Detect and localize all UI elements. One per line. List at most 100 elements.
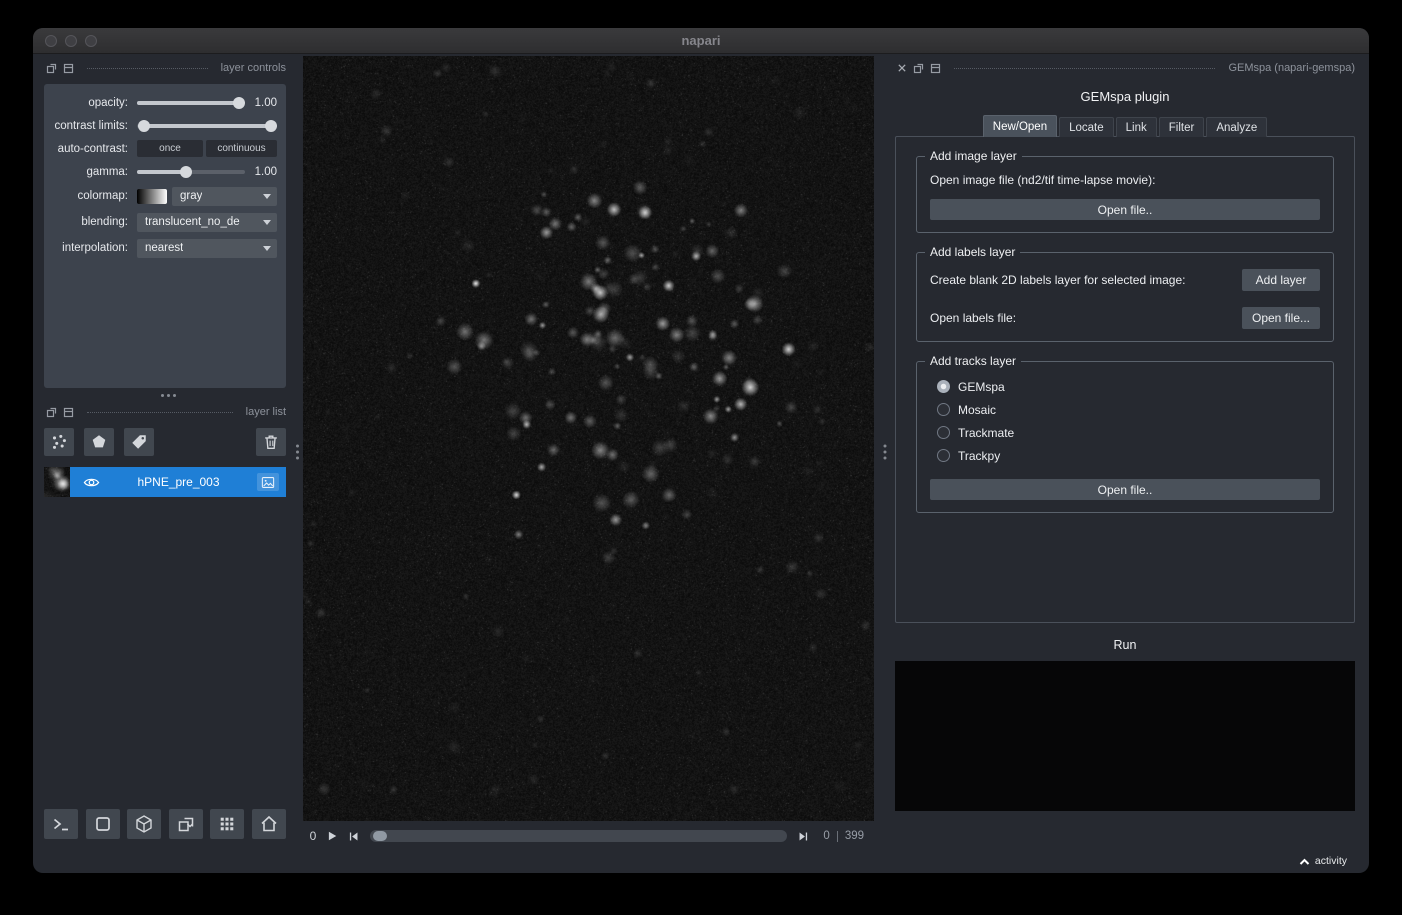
zoom-window-button[interactable]	[85, 35, 97, 47]
contrast-low-handle[interactable]	[138, 119, 151, 132]
close-window-button[interactable]	[45, 35, 57, 47]
frame-counter-divider	[836, 830, 838, 842]
grid-mode-button[interactable]	[210, 809, 245, 839]
new-labels-layer-button[interactable]	[124, 428, 154, 456]
contrast-limits-slider[interactable]	[137, 119, 277, 133]
minimize-window-button[interactable]	[65, 35, 77, 47]
new-shapes-layer-button[interactable]	[84, 428, 114, 456]
radio-checked-icon[interactable]	[937, 380, 950, 393]
colormap-dropdown[interactable]: gray	[172, 186, 277, 206]
selected-layer[interactable]: hPNE_pre_003	[70, 467, 286, 497]
plugin-tabs: New/Open Locate Link Filter Analyze	[895, 115, 1355, 137]
opacity-label: opacity:	[88, 96, 128, 109]
transpose-dimensions-button[interactable]	[168, 809, 203, 839]
auto-contrast-label: auto-contrast:	[57, 142, 128, 155]
viewer-canvas[interactable]	[303, 56, 874, 821]
track-option-label: Trackpy	[958, 448, 1001, 463]
titlebar: napari	[33, 28, 1369, 54]
colormap-row: colormap: gray	[49, 183, 277, 209]
status-bar: activity	[33, 849, 1369, 873]
delete-layer-button[interactable]	[256, 428, 286, 456]
gemspa-dock: GEMspa (napari-gemspa) GEMspa plugin New…	[895, 54, 1369, 849]
track-option-mosaic[interactable]: Mosaic	[937, 398, 1320, 421]
frame-slider-handle[interactable]	[373, 831, 387, 841]
tab-locate[interactable]: Locate	[1059, 117, 1114, 137]
float-panel-icon[interactable]	[46, 407, 57, 418]
auto-contrast-continuous-button[interactable]: continuous	[206, 140, 277, 157]
layer-list-buttons	[44, 428, 286, 456]
radio-icon[interactable]	[937, 449, 950, 462]
home-icon	[259, 814, 279, 834]
tab-new-open[interactable]: New/Open	[982, 115, 1058, 137]
add-tracks-layer-legend: Add tracks layer	[925, 354, 1022, 368]
tab-filter[interactable]: Filter	[1158, 117, 1205, 137]
console-button[interactable]	[44, 809, 78, 839]
open-tracks-file-button[interactable]: Open file..	[930, 479, 1320, 500]
layer-list-title: layer list	[245, 406, 286, 418]
open-image-file-button[interactable]: Open file..	[930, 199, 1320, 220]
napari-window: napari layer controls opacity: 1.00 cont…	[33, 28, 1369, 873]
transpose-icon	[176, 814, 196, 834]
hide-panel-icon[interactable]	[930, 63, 941, 74]
current-frame-value[interactable]: 0	[308, 829, 318, 843]
gamma-value: 1.00	[254, 165, 277, 178]
last-frame-icon[interactable]	[795, 828, 812, 845]
hide-panel-icon[interactable]	[63, 63, 74, 74]
frame-counter-max: 399	[844, 830, 864, 842]
float-panel-icon[interactable]	[46, 63, 57, 74]
opacity-slider-handle[interactable]	[233, 96, 245, 109]
dock-header-separator	[87, 411, 233, 413]
new-points-layer-button[interactable]	[44, 428, 74, 456]
interpolation-dropdown[interactable]: nearest	[137, 238, 277, 258]
radio-icon[interactable]	[937, 403, 950, 416]
layer-list-dock-header: layer list	[46, 405, 286, 419]
add-image-layer-group: Add image layer Open image file (nd2/tif…	[916, 149, 1334, 233]
blending-row: blending: translucent_no_de	[49, 209, 277, 235]
colormap-value: gray	[180, 190, 203, 202]
image-layer-type-icon	[257, 473, 279, 491]
square-2d-icon	[93, 814, 113, 834]
tab-analyze[interactable]: Analyze	[1206, 117, 1268, 137]
home-reset-view-button[interactable]	[251, 809, 286, 839]
layer-row[interactable]: hPNE_pre_003	[44, 467, 286, 497]
layer-thumbnail	[44, 467, 70, 497]
ndisplay-toggle-button[interactable]	[85, 809, 120, 839]
contrast-high-handle[interactable]	[265, 119, 277, 132]
open-labels-file-button[interactable]: Open file...	[1242, 307, 1320, 329]
float-panel-icon[interactable]	[913, 63, 924, 74]
hide-panel-icon[interactable]	[63, 407, 74, 418]
blending-dropdown[interactable]: translucent_no_de	[137, 212, 277, 232]
close-panel-icon[interactable]	[897, 63, 907, 73]
gamma-slider[interactable]	[137, 165, 245, 179]
play-button[interactable]	[323, 828, 340, 845]
activity-label[interactable]: activity	[1315, 855, 1347, 867]
dock-splitter[interactable]	[874, 54, 895, 849]
interpolation-label: interpolation:	[62, 242, 128, 254]
panel-resize-grip[interactable]	[166, 394, 170, 397]
auto-contrast-once-button[interactable]: once	[137, 140, 203, 157]
track-option-label: Trackmate	[958, 425, 1015, 440]
track-option-trackpy[interactable]: Trackpy	[937, 444, 1320, 467]
console-icon	[51, 814, 71, 834]
tab-link[interactable]: Link	[1115, 117, 1157, 137]
layer-controls-title: layer controls	[220, 62, 286, 74]
dock-splitter-handle[interactable]	[296, 450, 299, 453]
opacity-slider[interactable]	[137, 96, 245, 110]
track-option-trackmate[interactable]: Trackmate	[937, 421, 1320, 444]
contrast-limits-label: contrast limits:	[54, 119, 129, 132]
first-frame-icon[interactable]	[345, 828, 362, 845]
radio-icon[interactable]	[937, 426, 950, 439]
track-option-label: Mosaic	[958, 402, 997, 417]
roll-dimensions-button[interactable]	[127, 809, 162, 839]
dock-header-separator	[87, 67, 208, 69]
add-image-layer-legend: Add image layer	[925, 149, 1022, 163]
track-option-gemspa[interactable]: GEMspa	[937, 375, 1320, 398]
frame-slider[interactable]	[370, 830, 788, 842]
add-labels-layer-button[interactable]: Add layer	[1242, 269, 1320, 291]
shapes-icon	[90, 433, 108, 451]
gamma-slider-handle[interactable]	[179, 165, 192, 178]
grid-icon	[218, 815, 236, 833]
activity-chevron-icon[interactable]	[1298, 857, 1311, 866]
visibility-eye-icon[interactable]	[83, 475, 100, 490]
new-open-tab-pane: Add image layer Open image file (nd2/tif…	[895, 136, 1355, 623]
